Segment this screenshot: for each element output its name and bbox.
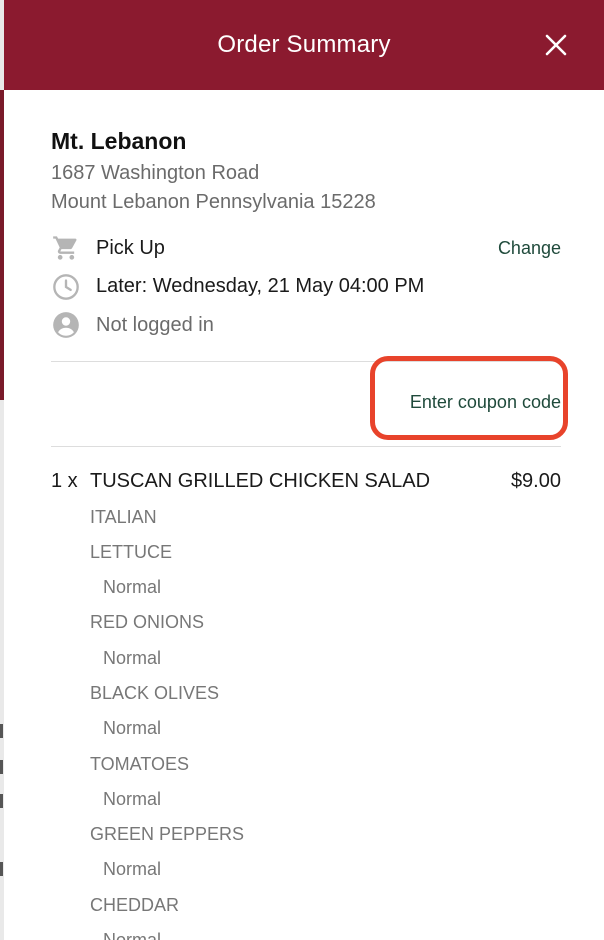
store-name: Mt. Lebanon <box>51 128 187 154</box>
modal-title: Order Summary <box>217 31 391 58</box>
item-quantity: 1 x <box>51 470 78 492</box>
login-status-label: Not logged in <box>96 313 214 336</box>
order-summary-modal: Order Summary Mt. Lebanon 1687 Washingto… <box>4 0 604 940</box>
item-modifiers: ITALIAN LETTUCE Normal RED ONIONS Normal… <box>90 500 561 940</box>
modifier-group: BLACK OLIVES <box>90 682 220 703</box>
viewport: Order Summary Mt. Lebanon 1687 Washingto… <box>0 0 604 940</box>
background-text-fragment <box>0 794 3 808</box>
order-type-label: Pick Up <box>96 236 165 259</box>
modifier-group: ITALIAN <box>90 506 157 527</box>
cart-icon <box>51 233 81 263</box>
modifier-option: Normal <box>103 859 162 880</box>
modal-content: Mt. Lebanon 1687 Washington Road Mount L… <box>4 128 604 940</box>
coupon-section: Enter coupon code <box>51 362 561 446</box>
modal-header: Order Summary <box>4 0 604 90</box>
user-icon <box>51 310 81 340</box>
divider <box>51 445 561 447</box>
order-info: Pick Up Change Later: Wednesday, 21 May … <box>51 229 561 345</box>
modifier-option: Normal <box>103 718 162 739</box>
modifier-option: Normal <box>103 647 162 668</box>
change-order-type-link[interactable]: Change <box>498 238 561 259</box>
login-status-row: Not logged in <box>51 306 561 345</box>
background-text-fragment <box>0 862 3 876</box>
store-address-line2: Mount Lebanon Pennsylvania 15228 <box>51 191 376 213</box>
modifier-group: TOMATOES <box>90 753 190 774</box>
background-text-fragment <box>0 760 3 774</box>
store-address-line1: 1687 Washington Road <box>51 162 260 184</box>
modifier-option: Normal <box>90 923 561 940</box>
modifier-group: CHEDDAR <box>90 894 180 915</box>
order-time-row: Later: Wednesday, 21 May 04:00 PM <box>51 268 561 307</box>
close-button[interactable] <box>538 27 574 63</box>
item-price: $9.00 <box>510 470 561 492</box>
modifier-option: Normal <box>103 577 162 598</box>
item-name: TUSCAN GRILLED CHICKEN SALAD <box>90 470 431 492</box>
modifier-option: Normal <box>103 788 162 809</box>
modifier-group: RED ONIONS <box>90 612 205 633</box>
enter-coupon-code-link[interactable]: Enter coupon code <box>410 392 561 413</box>
order-time-label: Later: Wednesday, 21 May 04:00 PM <box>96 275 425 298</box>
modifier-group: GREEN PEPPERS <box>90 824 245 845</box>
order-item-row: 1 x TUSCAN GRILLED CHICKEN SALAD $9.00 <box>51 469 561 495</box>
modifier-group: LETTUCE <box>90 541 173 562</box>
background-text-fragment <box>0 724 3 738</box>
order-type-row: Pick Up Change <box>51 229 561 268</box>
clock-icon <box>51 272 81 302</box>
close-icon <box>545 34 567 56</box>
